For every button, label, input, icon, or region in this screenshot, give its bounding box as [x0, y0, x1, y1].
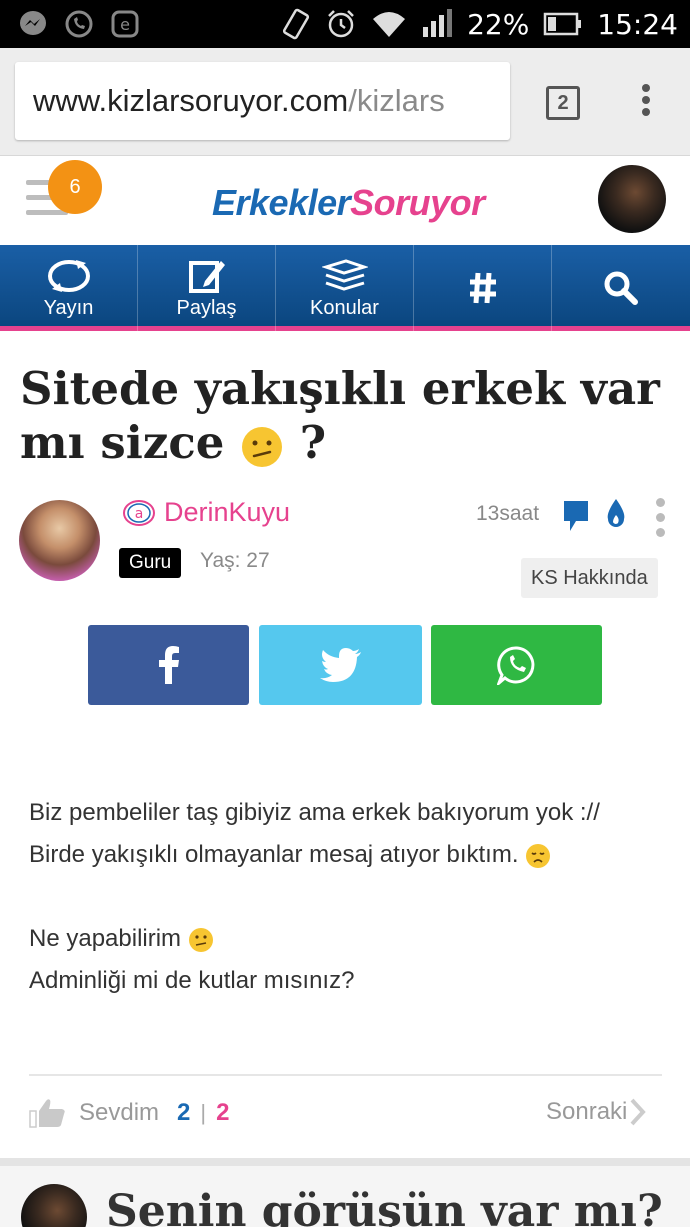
nav-yayin[interactable]: Yayın	[0, 245, 138, 331]
messenger-icon	[20, 11, 46, 35]
chevron-right-icon	[630, 1098, 647, 1126]
like-row: Sevdim 2 | 2	[29, 1094, 229, 1132]
whatsapp-share-button[interactable]	[431, 625, 602, 705]
twitter-icon	[319, 648, 361, 682]
answer-prompt-card[interactable]: Senin görüşün var mı?	[0, 1166, 690, 1227]
share-row	[0, 625, 690, 705]
author-name[interactable]: DerinKuyu	[164, 497, 290, 528]
whatsapp-icon	[496, 646, 534, 685]
svg-text:e: e	[120, 15, 130, 34]
comment-icon[interactable]	[562, 499, 590, 533]
url-path: /kizlars	[348, 83, 445, 118]
flame-icon[interactable]	[604, 497, 628, 531]
body-line-1: Biz pembeliler taş gibiyiz ama erkek bak…	[29, 799, 600, 868]
next-question-link[interactable]: Sonraki	[546, 1097, 647, 1127]
hashtag-icon	[469, 272, 496, 304]
nav-label: Paylaş	[176, 296, 237, 319]
body-line-2: Ne yapabilirim	[29, 925, 182, 952]
status-bar: e 22% 15:24	[0, 0, 690, 48]
question-body: Biz pembeliler taş gibiyiz ama erkek bak…	[29, 792, 659, 1002]
svg-text:a: a	[135, 506, 144, 522]
site-logo[interactable]: ErkeklerSoruyor	[212, 182, 485, 224]
clock: 15:24	[597, 7, 678, 41]
body-paragraph-1: Biz pembeliler taş gibiyiz ama erkek bak…	[29, 792, 659, 876]
tab-switcher-button[interactable]: 2	[546, 86, 580, 120]
body-paragraph-2: Ne yapabilirim	[29, 918, 659, 960]
topic-tag[interactable]: KS Hakkında	[521, 558, 658, 598]
browser-toolbar: www.kizlarsoruyor.com/kizlars 2	[0, 48, 690, 156]
divider	[29, 1074, 662, 1076]
battery-percent: 22%	[467, 7, 530, 41]
question-title: Sitede yakışıklı erkek var mı sizce ?	[20, 362, 670, 470]
e-icon: e	[111, 10, 139, 38]
like-count-male: 2	[177, 1099, 191, 1126]
signal-icon	[423, 9, 453, 37]
rotate-icon	[282, 8, 310, 40]
books-icon	[321, 258, 368, 291]
confused-emoji-icon	[188, 927, 213, 952]
answer-prompt-title: Senin görüşün var mı?	[106, 1186, 663, 1227]
whatsapp-icon	[65, 10, 93, 38]
notification-badge[interactable]: 6	[48, 160, 102, 214]
user-avatar[interactable]	[598, 165, 666, 233]
author-avatar[interactable]	[19, 500, 100, 581]
question-title-suffix: ?	[299, 416, 327, 469]
main-nav: Yayın Paylaş Konular	[0, 245, 690, 331]
url-host: www.kizlarsoruyor.com	[33, 83, 349, 118]
author-age: Yaş: 27	[200, 549, 270, 572]
user-avatar	[21, 1184, 87, 1227]
like-label[interactable]: Sevdim	[79, 1099, 159, 1127]
browser-menu-icon[interactable]	[636, 84, 656, 124]
wifi-icon	[373, 12, 406, 37]
sad-emoji-icon	[526, 843, 551, 868]
next-label: Sonraki	[546, 1098, 628, 1125]
logo-part-1: Erkekler	[212, 182, 351, 223]
logo-part-2: Soruyor	[350, 182, 485, 223]
like-count-female: 2	[216, 1099, 230, 1126]
twitter-share-button[interactable]	[259, 625, 422, 705]
nav-label: Yayın	[43, 296, 94, 319]
nav-konular[interactable]: Konular	[276, 245, 414, 331]
rank-badge: Guru	[119, 548, 182, 578]
nav-search[interactable]	[552, 245, 690, 331]
body-paragraph-3: Adminliği mi de kutlar mısınız?	[29, 967, 355, 994]
edit-icon	[188, 260, 225, 293]
nav-paylas[interactable]: Paylaş	[138, 245, 276, 331]
facebook-icon	[158, 646, 179, 684]
search-icon	[604, 271, 638, 305]
count-separator: |	[200, 1100, 207, 1125]
question-title-text: Sitede yakışıklı erkek var mı sizce	[20, 362, 660, 469]
post-options-icon[interactable]	[656, 498, 668, 543]
nav-hashtag[interactable]	[414, 245, 552, 331]
thumbs-up-icon[interactable]	[29, 1097, 67, 1129]
at-badge-icon: a	[123, 499, 155, 526]
refresh-icon	[47, 259, 90, 292]
facebook-share-button[interactable]	[88, 625, 249, 705]
confused-emoji-icon	[242, 426, 283, 467]
post-time: 13saat	[476, 502, 540, 525]
url-field[interactable]: www.kizlarsoruyor.com/kizlars	[15, 62, 510, 140]
site-header: 6 ErkeklerSoruyor	[0, 156, 690, 245]
battery-icon	[544, 12, 582, 36]
nav-label: Konular	[310, 296, 379, 319]
section-separator	[0, 1158, 690, 1166]
author-line: a DerinKuyu	[122, 497, 290, 528]
alarm-icon	[328, 10, 354, 38]
